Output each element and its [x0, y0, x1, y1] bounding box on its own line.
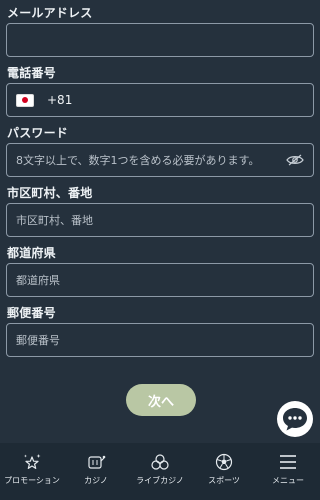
postal-code-field[interactable]: 郵便番号 [6, 323, 314, 357]
email-field[interactable] [6, 23, 314, 57]
address-field[interactable]: 市区町村、番地 [6, 203, 314, 237]
nav-item-live-casino[interactable]: ライブカジノ [128, 443, 192, 500]
eye-slash-icon[interactable] [286, 154, 304, 166]
prefecture-field[interactable]: 都道府県 [6, 263, 314, 297]
nav-item-casino[interactable]: カジノ [64, 443, 128, 500]
nav-item-sports[interactable]: スポーツ [192, 443, 256, 500]
slot-machine-icon [88, 455, 106, 469]
next-button[interactable]: 次へ [126, 384, 196, 416]
nav-item-menu[interactable]: メニュー [256, 443, 320, 500]
prefecture-placeholder: 都道府県 [16, 274, 60, 287]
password-label: パスワード [7, 126, 69, 140]
poker-chips-icon [151, 454, 169, 470]
nav-label-promotions: プロモーション [4, 476, 60, 485]
prefecture-label: 都道府県 [7, 246, 56, 260]
postal-code-label: 郵便番号 [7, 306, 56, 320]
postal-code-placeholder: 郵便番号 [16, 334, 60, 347]
email-label: メールアドレス [7, 6, 93, 20]
chat-bubble-icon [283, 408, 307, 431]
password-field[interactable]: 8文字以上で、数字1つを含める必要があります。 [6, 143, 314, 177]
password-placeholder: 8文字以上で、数字1つを含める必要があります。 [16, 154, 260, 167]
nav-label-sports: スポーツ [208, 476, 240, 485]
nav-label-live-casino: ライブカジノ [136, 476, 184, 485]
nav-label-menu: メニュー [272, 476, 304, 485]
dial-code: +81 [47, 93, 73, 107]
nav-label-casino: カジノ [84, 476, 108, 485]
phone-label: 電話番号 [7, 66, 56, 80]
phone-field[interactable]: +81 [6, 83, 314, 117]
chat-button[interactable] [277, 401, 313, 437]
address-placeholder: 市区町村、番地 [16, 214, 93, 227]
bottom-navbar: プロモーション カジノ ライブカジノ スポーツ メニュー [0, 443, 320, 500]
nav-item-promotions[interactable]: プロモーション [0, 443, 64, 500]
stars-icon [24, 454, 41, 469]
hamburger-menu-icon [280, 455, 296, 469]
soccer-ball-icon [215, 453, 233, 471]
address-label: 市区町村、番地 [7, 186, 93, 200]
japan-flag-icon[interactable] [17, 94, 33, 106]
